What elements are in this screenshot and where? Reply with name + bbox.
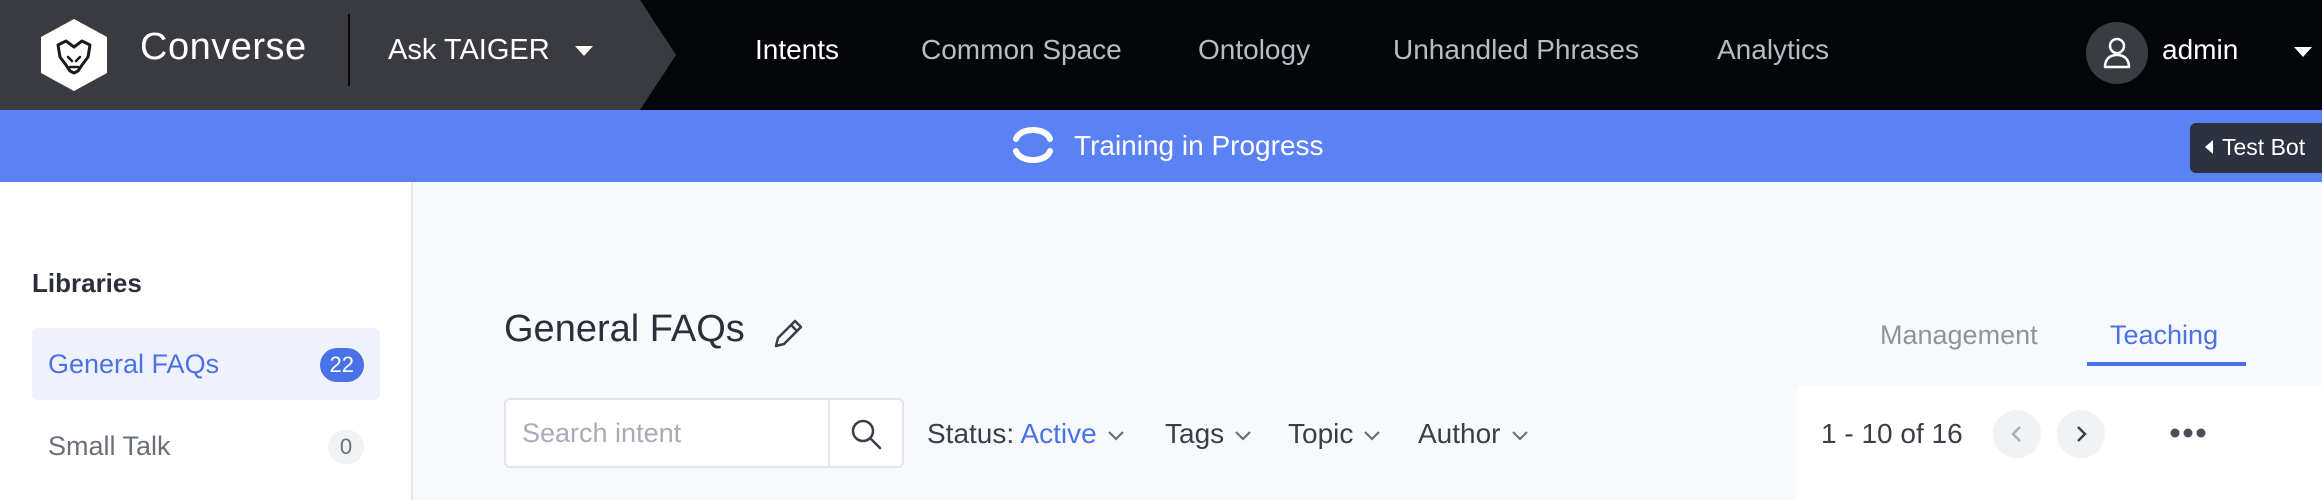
page-title: General FAQs: [504, 308, 745, 350]
search-icon[interactable]: [849, 417, 883, 451]
pencil-icon[interactable]: [770, 316, 806, 352]
test-bot-button[interactable]: Test Bot: [2190, 123, 2322, 173]
status-filter[interactable]: Status: Active: [927, 418, 1125, 450]
nav-common-space[interactable]: Common Space: [921, 34, 1122, 66]
tags-filter-label: Tags: [1165, 418, 1225, 449]
user-icon: [2103, 37, 2131, 69]
library-label: General FAQs: [48, 349, 220, 379]
author-filter-label: Author: [1418, 418, 1501, 449]
user-name[interactable]: admin: [2162, 34, 2238, 66]
bot-selector[interactable]: Ask TAIGER: [388, 34, 550, 67]
chevron-down-icon: [1511, 430, 1528, 441]
chevron-down-icon: [1235, 430, 1251, 441]
pagination-range: 1 - 10 of 16: [1821, 418, 1963, 449]
chevron-down-icon[interactable]: [575, 46, 593, 56]
libraries-heading: Libraries: [32, 268, 142, 298]
status-filter-value: Active: [1020, 418, 1097, 449]
test-bot-label: Test Bot: [2222, 134, 2306, 160]
topic-filter[interactable]: Topic: [1288, 418, 1381, 450]
search-box: [504, 398, 904, 468]
brand-divider: [348, 14, 350, 86]
tab-teaching[interactable]: Teaching: [2110, 320, 2218, 351]
tab-management[interactable]: Management: [1880, 320, 2038, 351]
nav-ontology[interactable]: Ontology: [1198, 34, 1310, 66]
status-filter-label: Status:: [927, 418, 1015, 449]
chevron-left-icon: [2011, 426, 2021, 442]
topic-filter-label: Topic: [1288, 418, 1354, 449]
library-count-badge: 0: [328, 430, 364, 464]
nav-unhandled-phrases[interactable]: Unhandled Phrases: [1393, 34, 1639, 66]
brand-block: Converse Ask TAIGER: [0, 0, 676, 110]
previous-page-button[interactable]: [1993, 410, 2041, 458]
training-status-text: Training in Progress: [1074, 130, 1324, 161]
tags-filter[interactable]: Tags: [1165, 418, 1252, 450]
training-banner: Training in Progress Test Bot: [0, 110, 2322, 182]
libraries-sidebar: Libraries General FAQs 22 Small Talk 0: [0, 182, 413, 500]
library-label: Small Talk: [48, 431, 171, 461]
library-item-small-talk[interactable]: Small Talk 0: [32, 410, 380, 482]
author-filter[interactable]: Author: [1418, 418, 1529, 450]
chevron-down-icon: [1364, 430, 1381, 441]
active-tab-indicator: [2087, 362, 2246, 366]
chevron-down-icon[interactable]: [2294, 47, 2312, 57]
next-page-button[interactable]: [2057, 410, 2105, 458]
search-input[interactable]: [506, 400, 828, 466]
caret-left-icon: [2205, 140, 2213, 154]
nav-intents[interactable]: Intents: [755, 34, 839, 66]
chevron-down-icon: [1107, 430, 1124, 441]
brand-name: Converse: [140, 26, 307, 68]
more-horizontal-icon[interactable]: [2170, 427, 2206, 439]
search-divider: [828, 400, 830, 466]
lion-logo-icon[interactable]: [36, 17, 112, 93]
avatar[interactable]: [2086, 22, 2148, 84]
chevron-right-icon: [2077, 426, 2087, 442]
top-navigation-bar: Converse Ask TAIGER Intents Common Space…: [0, 0, 2322, 110]
sync-icon: [1013, 127, 1053, 163]
library-item-general-faqs[interactable]: General FAQs 22: [32, 328, 380, 400]
nav-analytics[interactable]: Analytics: [1717, 34, 1829, 66]
library-count-badge: 22: [319, 348, 364, 382]
